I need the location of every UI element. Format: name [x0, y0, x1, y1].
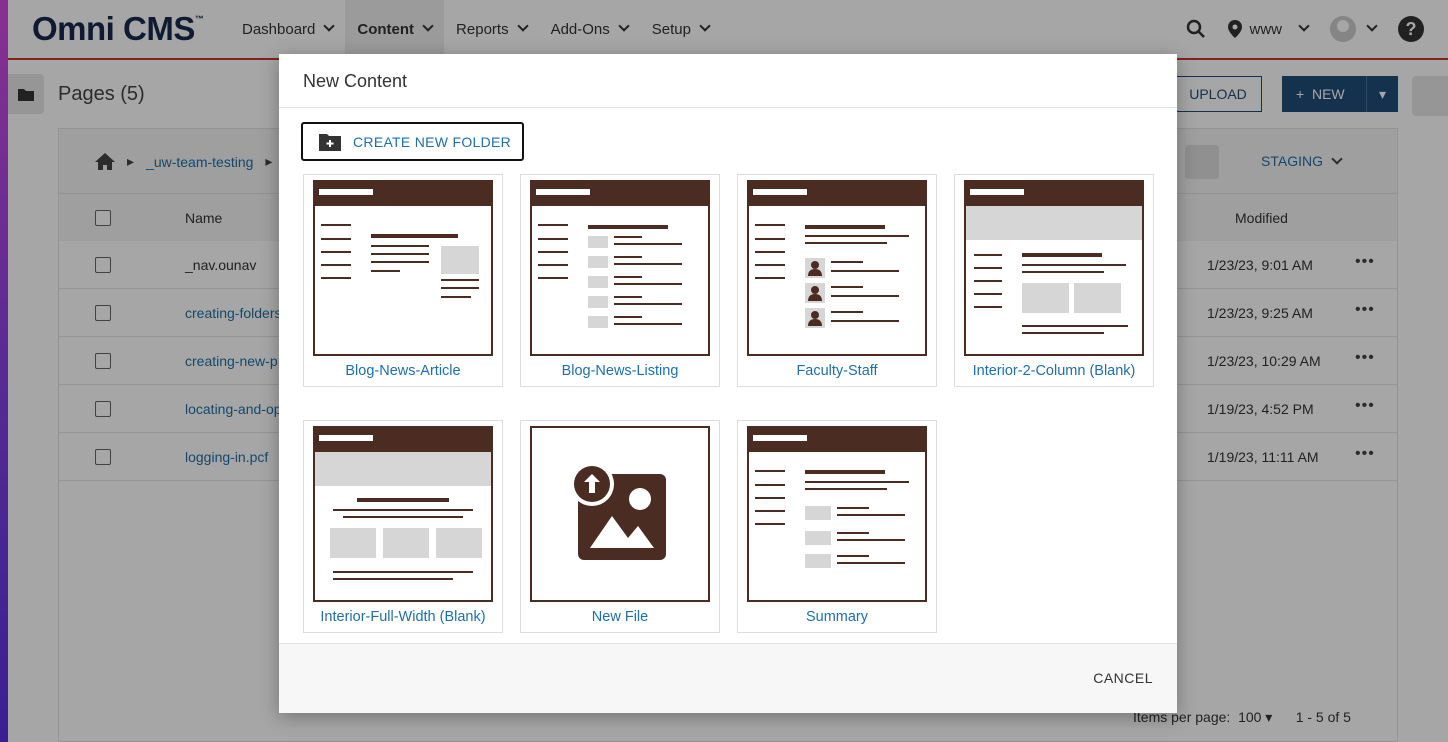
template-label: Summary: [805, 609, 869, 625]
template-blog-news-listing[interactable]: Blog-News-Listing: [520, 174, 720, 387]
dialog-title: New Content: [279, 54, 1177, 108]
new-content-dialog: New Content CREATE NEW FOLDER Blog-News-…: [279, 54, 1177, 713]
template-new-file[interactable]: New File: [520, 420, 720, 633]
template-thumbnail: [747, 180, 927, 356]
template-blog-news-article[interactable]: Blog-News-Article: [303, 174, 503, 387]
template-label: New File: [591, 609, 649, 625]
template-thumbnail: [964, 180, 1144, 356]
template-thumbnail: [313, 180, 493, 356]
template-label: Interior-2-Column (Blank): [972, 363, 1136, 379]
create-new-folder-button[interactable]: CREATE NEW FOLDER: [301, 122, 524, 161]
template-thumbnail: [747, 426, 927, 602]
template-label: Blog-News-Article: [345, 363, 461, 379]
template-interior-full-width[interactable]: Interior-Full-Width (Blank): [303, 420, 503, 633]
folder-plus-icon: [319, 133, 341, 151]
template-label: Blog-News-Listing: [561, 363, 679, 379]
template-faculty-staff[interactable]: Faculty-Staff: [737, 174, 937, 387]
cancel-button[interactable]: CANCEL: [1093, 670, 1153, 686]
upload-image-icon: [530, 426, 710, 602]
template-summary[interactable]: Summary: [737, 420, 937, 633]
template-thumbnail: [313, 426, 493, 602]
template-interior-2-column[interactable]: Interior-2-Column (Blank): [954, 174, 1154, 387]
dialog-footer: CANCEL: [279, 643, 1177, 713]
template-label: Interior-Full-Width (Blank): [320, 609, 486, 625]
template-label: Faculty-Staff: [796, 363, 878, 379]
template-thumbnail: [530, 180, 710, 356]
